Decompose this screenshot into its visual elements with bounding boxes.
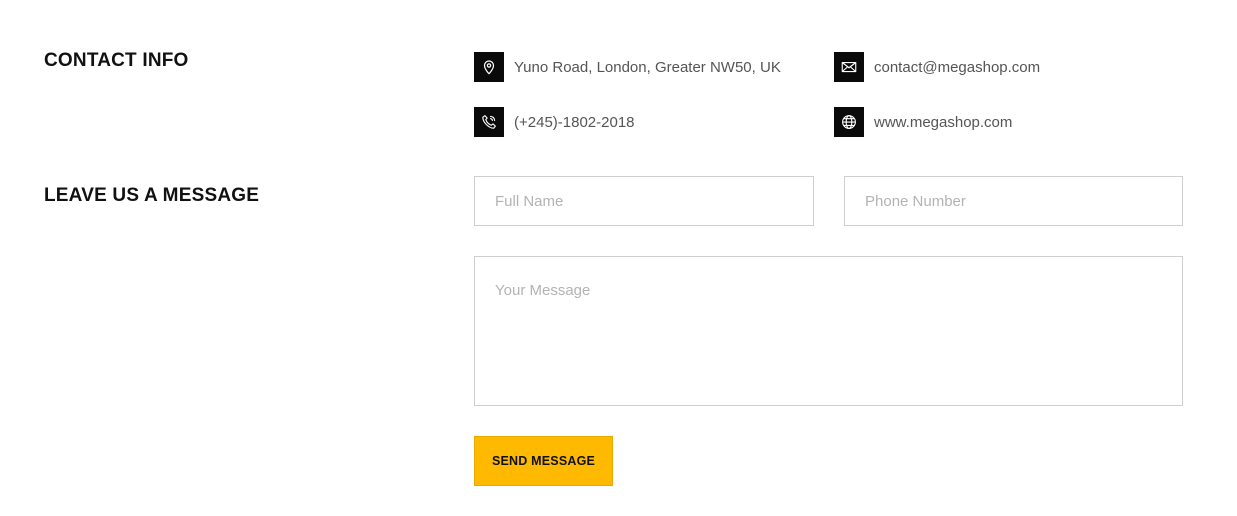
phone-icon: [474, 107, 504, 137]
message-textarea[interactable]: [474, 256, 1183, 406]
globe-icon: [834, 107, 864, 137]
contact-address: Yuno Road, London, Greater NW50, UK: [474, 52, 781, 82]
full-name-input[interactable]: [474, 176, 814, 226]
contact-email: contact@megashop.com: [834, 52, 1040, 82]
contact-address-text: Yuno Road, London, Greater NW50, UK: [514, 58, 781, 76]
contact-phone-text: (+245)-1802-2018: [514, 113, 635, 131]
contact-website-text[interactable]: www.megashop.com: [874, 114, 1012, 131]
envelope-icon: [834, 52, 864, 82]
contact-info-title: CONTACT INFO: [44, 50, 189, 71]
leave-message-title: LEAVE US A MESSAGE: [44, 185, 260, 206]
contact-phone: (+245)-1802-2018: [474, 107, 635, 137]
phone-number-input[interactable]: [844, 176, 1183, 226]
contact-website: www.megashop.com: [834, 107, 1012, 137]
contact-email-text[interactable]: contact@megashop.com: [874, 59, 1040, 76]
send-message-button[interactable]: SEND MESSAGE: [474, 436, 613, 486]
map-pin-icon: [474, 52, 504, 82]
contact-page: CONTACT INFO Yuno Road, London, Greater …: [0, 0, 1237, 516]
